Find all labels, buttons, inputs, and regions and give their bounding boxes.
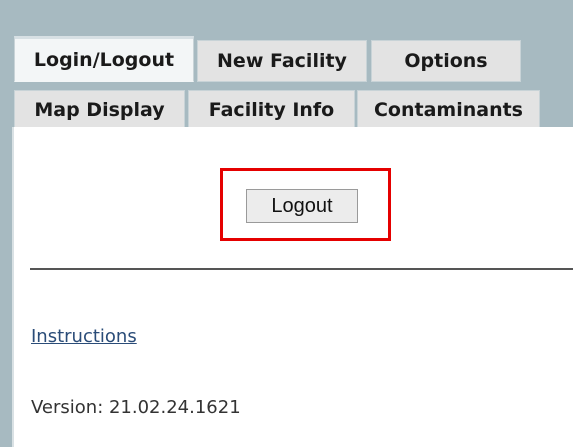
version-text: Version: 21.02.24.1621 xyxy=(31,397,241,418)
app-frame: Map Display Facility Info Contaminants L… xyxy=(0,0,573,447)
divider xyxy=(30,268,573,270)
tab-facility-info[interactable]: Facility Info xyxy=(188,90,355,130)
instructions-link[interactable]: Instructions xyxy=(31,326,137,347)
logout-button[interactable]: Logout xyxy=(246,189,358,223)
tab-login-logout[interactable]: Login/Logout xyxy=(14,36,194,82)
tab-contaminants[interactable]: Contaminants xyxy=(357,90,540,130)
tab-map-display[interactable]: Map Display xyxy=(14,90,185,130)
tab-options[interactable]: Options xyxy=(371,40,521,82)
tab-new-facility[interactable]: New Facility xyxy=(197,40,367,82)
